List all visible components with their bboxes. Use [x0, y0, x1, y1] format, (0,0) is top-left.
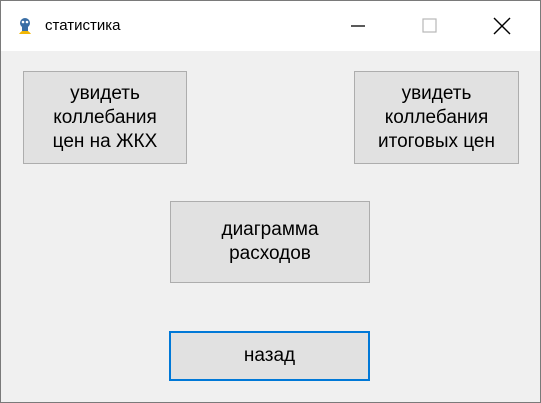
statistics-window: статистика увидеть коллебания цен на ЖКХ… [0, 0, 541, 403]
expense-diagram-label: диаграмма расходов [221, 219, 319, 264]
back-button[interactable]: назад [169, 331, 370, 381]
utility-prices-label: увидеть коллебания цен на ЖКХ [52, 82, 158, 152]
close-icon [493, 17, 511, 35]
expense-diagram-button[interactable]: диаграмма расходов [170, 201, 370, 283]
close-button[interactable] [467, 1, 537, 51]
back-label: назад [243, 345, 296, 366]
maximize-icon [422, 18, 437, 33]
total-prices-button[interactable]: увидеть коллебания итоговых цен [354, 71, 519, 164]
utility-prices-button[interactable]: увидеть коллебания цен на ЖКХ [23, 71, 187, 164]
app-icon [15, 16, 35, 36]
window-content: увидеть коллебания цен на ЖКХ увидеть ко… [1, 51, 540, 402]
window-title: статистика [45, 17, 121, 34]
total-prices-label: увидеть коллебания итоговых цен [377, 82, 495, 152]
maximize-button[interactable] [395, 1, 465, 51]
minimize-button[interactable] [323, 1, 393, 51]
minimize-icon [351, 25, 365, 27]
title-bar[interactable]: статистика [1, 1, 540, 51]
